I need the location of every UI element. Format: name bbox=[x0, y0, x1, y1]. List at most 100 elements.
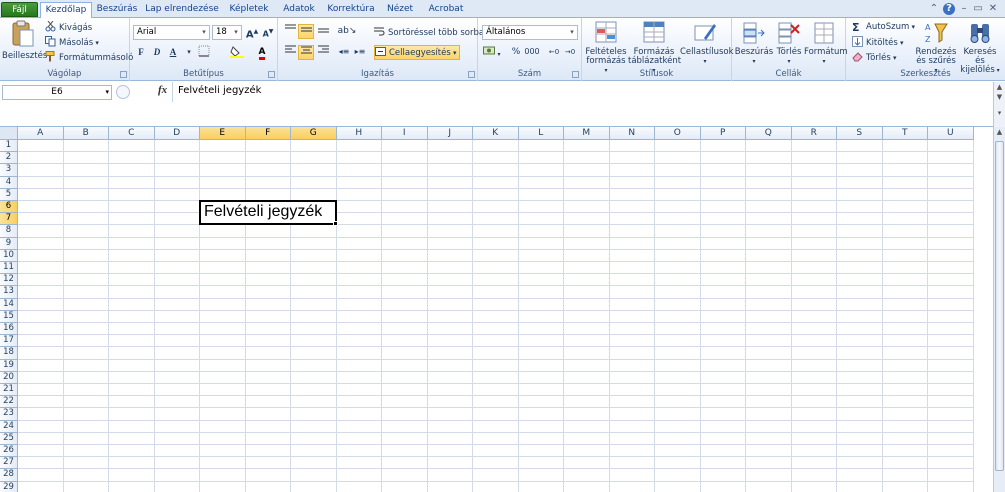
window-close-icon[interactable]: ✕ bbox=[987, 3, 999, 15]
row-header-26[interactable]: 26 bbox=[0, 445, 18, 458]
row-header-11[interactable]: 11 bbox=[0, 262, 18, 275]
wrap-text-button[interactable]: Sortöréssel több sorba bbox=[374, 26, 484, 39]
column-header-c[interactable]: C bbox=[109, 127, 155, 140]
row-header-29[interactable]: 29 bbox=[0, 481, 18, 492]
column-header-u[interactable]: U bbox=[928, 127, 974, 140]
column-header-r[interactable]: R bbox=[791, 127, 837, 140]
scroll-up-icon[interactable]: ▲ bbox=[994, 82, 1005, 92]
clear-button[interactable]: Törlés ▾ bbox=[852, 51, 897, 64]
alignment-launcher-icon[interactable] bbox=[468, 71, 475, 78]
column-header-e[interactable]: E bbox=[200, 127, 246, 140]
row-header-27[interactable]: 27 bbox=[0, 457, 18, 470]
row-header-8[interactable]: 8 bbox=[0, 225, 18, 238]
cell-styles-button[interactable]: Cellastílusok ▾ bbox=[680, 20, 734, 66]
scroll-up-icon[interactable]: ▲ bbox=[994, 127, 1005, 138]
delete-cells-button[interactable]: Törlés ▾ bbox=[774, 20, 804, 66]
row-header-3[interactable]: 3 bbox=[0, 164, 18, 177]
copy-button[interactable]: Másolás ▾ bbox=[45, 36, 99, 49]
column-header-s[interactable]: S bbox=[837, 127, 883, 140]
sort-filter-button[interactable]: AZ Rendezés és szűrés ▾ bbox=[914, 20, 958, 75]
row-header-4[interactable]: 4 bbox=[0, 176, 18, 189]
underline-button[interactable]: A bbox=[165, 45, 181, 60]
tab-acrobat[interactable]: Acrobat bbox=[420, 2, 472, 18]
tab-file[interactable]: Fájl bbox=[1, 2, 38, 17]
formula-bar-scroll[interactable]: ▲ ▼ ▾ bbox=[993, 82, 1005, 127]
row-header-23[interactable]: 23 bbox=[0, 408, 18, 421]
percent-button[interactable]: % bbox=[508, 45, 524, 60]
scroll-down-icon[interactable]: ▼ bbox=[994, 92, 1005, 102]
thousands-button[interactable]: 000 bbox=[523, 45, 541, 60]
bold-button[interactable]: F bbox=[133, 45, 149, 60]
orientation-button[interactable]: ab↘ bbox=[336, 24, 358, 39]
row-header-15[interactable]: 15 bbox=[0, 310, 18, 323]
align-left-button[interactable] bbox=[282, 45, 298, 60]
increase-decimal-button[interactable]: ←0 bbox=[546, 45, 562, 60]
row-header-17[interactable]: 17 bbox=[0, 335, 18, 348]
merge-center-button[interactable]: Cellaegyesítés ▾ bbox=[374, 45, 460, 60]
align-top-button[interactable] bbox=[282, 24, 298, 39]
decrease-indent-button[interactable]: ◂≡ bbox=[336, 45, 352, 60]
expand-formula-bar-icon[interactable]: ▾ bbox=[994, 102, 1005, 124]
tab-formulas[interactable]: Képletek bbox=[222, 2, 276, 18]
row-header-24[interactable]: 24 bbox=[0, 420, 18, 433]
insert-function-icon[interactable]: fx bbox=[158, 84, 167, 96]
number-format-combo[interactable]: Általános ▾ bbox=[482, 25, 578, 40]
row-header-5[interactable]: 5 bbox=[0, 188, 18, 201]
accounting-format-button[interactable]: ▾ bbox=[482, 45, 502, 60]
column-header-t[interactable]: T bbox=[882, 127, 928, 140]
insert-cells-button[interactable]: Beszúrás ▾ bbox=[734, 20, 774, 66]
row-header-20[interactable]: 20 bbox=[0, 371, 18, 384]
row-header-10[interactable]: 10 bbox=[0, 249, 18, 262]
row-header-19[interactable]: 19 bbox=[0, 359, 18, 372]
tab-review[interactable]: Korrektúra bbox=[322, 2, 380, 18]
fill-handle[interactable] bbox=[332, 221, 338, 227]
column-header-b[interactable]: B bbox=[63, 127, 109, 140]
align-bottom-button[interactable] bbox=[315, 24, 331, 39]
help-icon[interactable]: ? bbox=[943, 3, 955, 15]
row-header-12[interactable]: 12 bbox=[0, 274, 18, 287]
window-restore-icon[interactable]: ▭ bbox=[972, 3, 984, 15]
conditional-formatting-button[interactable]: Feltételes formázás ▾ bbox=[584, 20, 628, 75]
column-header-d[interactable]: D bbox=[154, 127, 200, 140]
row-header-9[interactable]: 9 bbox=[0, 237, 18, 250]
column-header-h[interactable]: H bbox=[336, 127, 382, 140]
format-painter-button[interactable]: Formátummásoló bbox=[45, 51, 133, 64]
select-all-corner[interactable] bbox=[0, 127, 18, 140]
tab-data[interactable]: Adatok bbox=[276, 2, 322, 18]
fill-button[interactable]: Kitöltés ▾ bbox=[852, 36, 904, 49]
tab-insert[interactable]: Beszúrás bbox=[92, 2, 142, 18]
font-name-combo[interactable]: Arial ▾ bbox=[133, 25, 210, 40]
font-color-button[interactable]: A bbox=[252, 45, 272, 60]
grow-font-button[interactable]: A▲ bbox=[244, 25, 260, 40]
row-header-18[interactable]: 18 bbox=[0, 347, 18, 360]
cut-button[interactable]: Kivágás bbox=[45, 20, 92, 34]
row-header-28[interactable]: 28 bbox=[0, 469, 18, 482]
vertical-scrollbar[interactable]: ▲ bbox=[993, 127, 1005, 492]
formula-input[interactable]: Felvételi jegyzék bbox=[178, 85, 261, 96]
decrease-decimal-button[interactable]: →0 bbox=[562, 45, 578, 60]
column-header-p[interactable]: P bbox=[700, 127, 746, 140]
column-header-n[interactable]: N bbox=[609, 127, 655, 140]
align-middle-button[interactable] bbox=[298, 24, 314, 39]
font-launcher-icon[interactable] bbox=[268, 71, 275, 78]
font-size-combo[interactable]: 18 ▾ bbox=[212, 25, 242, 40]
row-header-13[interactable]: 13 bbox=[0, 286, 18, 299]
shrink-font-button[interactable]: A▼ bbox=[260, 25, 276, 40]
row-header-14[interactable]: 14 bbox=[0, 298, 18, 311]
column-header-g[interactable]: G bbox=[291, 127, 337, 140]
name-box[interactable]: E6 ▾ bbox=[2, 85, 112, 100]
window-minimize-icon[interactable]: – bbox=[958, 3, 970, 15]
formula-bar-handle[interactable] bbox=[116, 85, 130, 99]
scrollbar-thumb[interactable] bbox=[995, 141, 1004, 471]
clipboard-launcher-icon[interactable] bbox=[120, 71, 127, 78]
tab-view[interactable]: Nézet bbox=[380, 2, 420, 18]
minimize-ribbon-icon[interactable]: ⌃ bbox=[928, 3, 940, 15]
column-header-j[interactable]: J bbox=[427, 127, 473, 140]
fill-color-button[interactable] bbox=[226, 45, 248, 60]
worksheet-grid[interactable]: ABCDEFGHIJKLMNOPQRSTU 1 2 3 4 5 6 7 8 9 10 11 12 13 1… bbox=[0, 127, 993, 492]
align-right-button[interactable] bbox=[315, 45, 331, 60]
align-center-button[interactable] bbox=[298, 45, 314, 60]
row-header-2[interactable]: 2 bbox=[0, 152, 18, 165]
format-cells-button[interactable]: Formátum ▾ bbox=[804, 20, 848, 66]
tab-home[interactable]: Kezdőlap bbox=[40, 2, 92, 19]
